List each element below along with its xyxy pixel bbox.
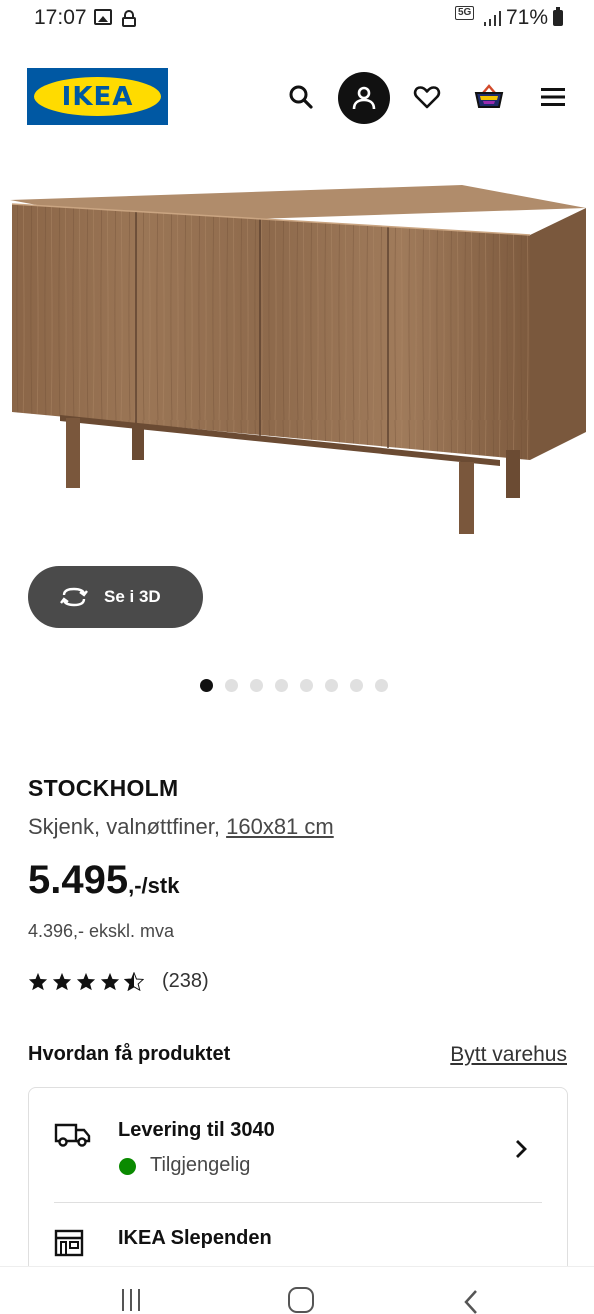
recent-apps-button[interactable] [120,1289,144,1311]
network-type: 5G [455,6,475,20]
sideboard-illustration [10,185,586,534]
rotate-3d-icon [60,587,88,607]
product-rating[interactable]: (238) [28,970,209,993]
delivery-option[interactable]: Levering til 3040 Tilgjengelig [29,1088,567,1203]
carousel-dot[interactable] [300,678,313,692]
rating-stars [28,972,144,991]
search-button[interactable] [278,74,324,120]
half-star-icon [124,972,144,991]
battery-level: 71% [506,6,549,29]
chevron-right-icon [516,1140,527,1158]
product-measurement-link[interactable]: 160x81 cm [226,814,334,839]
star-icon [100,972,120,991]
availability-label: Tilgjengelig [150,1154,251,1176]
battery-icon [553,7,563,26]
carousel-dot[interactable] [225,678,238,692]
change-store-link[interactable]: Bytt varehus [450,1043,567,1067]
view-in-3d-label: Se i 3D [104,587,161,606]
image-carousel-indicator [200,678,388,692]
fulfillment-card: Levering til 3040 Tilgjengelig IKEA Slep… [28,1087,568,1287]
carousel-dot[interactable] [325,678,338,692]
lock-icon [122,10,136,27]
price-excl-vat: 4.396,- ekskl. mva [28,921,175,941]
review-count: (238) [162,970,209,992]
delivery-label: Levering til 3040 [118,1119,275,1141]
store-label: IKEA Slependen [118,1227,272,1249]
availability-status-dot [119,1158,136,1175]
status-bar: 17:07 5G 71% [0,0,594,40]
product-image[interactable] [0,160,594,560]
favourites-button[interactable] [404,74,450,120]
carousel-dot[interactable] [275,678,288,692]
price-amount: 5.495 [28,858,129,902]
menu-icon [541,88,565,106]
account-icon [352,86,376,110]
account-button[interactable] [338,72,390,124]
heart-icon [413,86,441,109]
gallery-notification-icon [94,9,112,25]
cart-button[interactable] [466,74,512,120]
search-icon [289,85,313,109]
product-description: Skjenk, valnøttfiner, 160x81 cm [28,814,334,840]
price-unit: ,-/stk [128,873,180,898]
product-type: Skjenk, valnøttfiner, [28,814,220,839]
star-icon [76,972,96,991]
star-icon [52,972,72,991]
product-name: STOCKHOLM [28,775,179,801]
carousel-dot[interactable] [375,678,388,692]
signal-icon [484,10,502,26]
cart-icon [474,84,504,108]
fulfillment-heading: Hvordan få produktet [28,1043,231,1065]
menu-button[interactable] [530,74,576,120]
carousel-dot[interactable] [200,678,213,692]
logo-text: IKEA [61,82,134,112]
view-in-3d-button[interactable]: Se i 3D [28,566,203,628]
product-price: 5.495,-/stk [28,858,179,903]
carousel-dot[interactable] [250,678,263,692]
status-time: 17:07 [34,6,87,29]
site-header: IKEA [0,60,594,132]
store-icon [54,1229,84,1257]
truck-icon [54,1123,91,1147]
back-button[interactable] [462,1289,480,1314]
star-icon [28,972,48,991]
ikea-logo[interactable]: IKEA [27,68,168,125]
system-navigation-bar [0,1266,594,1314]
home-button[interactable] [288,1287,314,1313]
carousel-dot[interactable] [350,678,363,692]
